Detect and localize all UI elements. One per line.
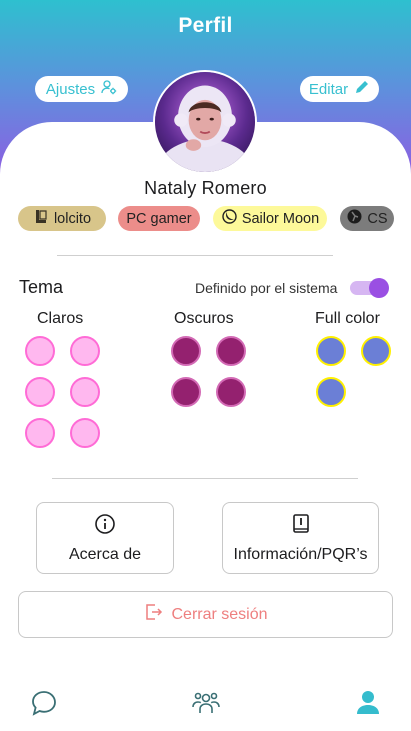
avatar-photo <box>155 72 255 172</box>
logout-label: Cerrar sesión <box>171 605 268 623</box>
light-theme-swatch[interactable] <box>25 418 55 448</box>
light-theme-swatch[interactable] <box>25 336 55 366</box>
settings-label: Ajustes <box>45 80 96 98</box>
divider <box>52 478 358 479</box>
user-name: Nataly Romero <box>144 178 267 198</box>
settings-button[interactable]: Ajustes <box>35 76 128 102</box>
page-title: Perfil <box>178 14 233 37</box>
info-pqr-label: Información/PQR’s <box>233 545 368 563</box>
tag-cs[interactable]: CS <box>340 206 394 231</box>
tag-label: lolcito <box>53 210 92 227</box>
tag-pc-gamer[interactable]: PC gamer <box>118 206 200 231</box>
crescent-moon-icon <box>221 208 238 229</box>
pencil-icon <box>354 79 370 99</box>
logout-icon <box>143 602 163 627</box>
light-theme-swatch[interactable] <box>70 418 100 448</box>
dark-theme-swatch[interactable] <box>216 377 246 407</box>
about-button[interactable]: Acerca de <box>36 502 174 574</box>
full-color-themes-label: Full color <box>315 310 380 327</box>
theme-title: Tema <box>19 277 64 297</box>
dark-themes-label: Oscuros <box>174 310 234 327</box>
tag-label: PC gamer <box>126 210 192 227</box>
book-icon <box>290 513 312 540</box>
dark-theme-swatch[interactable] <box>216 336 246 366</box>
edit-label: Editar <box>308 80 349 98</box>
league-logo-icon <box>33 208 50 229</box>
counter-strike-icon <box>346 208 363 229</box>
dark-theme-swatch[interactable] <box>171 336 201 366</box>
full-color-theme-swatch[interactable] <box>316 336 346 366</box>
light-theme-swatch[interactable] <box>25 377 55 407</box>
divider <box>57 255 333 256</box>
system-theme-label: Definido por el sistema <box>195 280 338 296</box>
info-icon <box>94 513 116 540</box>
tag-sailor-moon[interactable]: Sailor Moon <box>213 206 327 231</box>
tag-lolcito[interactable]: lolcito <box>18 206 106 231</box>
tag-label: CS <box>367 210 388 227</box>
interest-tags: lolcito PC gamer Sailor Moon CS <box>18 206 398 232</box>
user-settings-icon <box>101 79 117 99</box>
light-theme-swatch[interactable] <box>70 336 100 366</box>
toggle-knob <box>369 278 389 298</box>
system-theme-toggle[interactable] <box>350 278 390 298</box>
full-color-theme-swatch[interactable] <box>316 377 346 407</box>
light-themes-label: Claros <box>37 310 84 327</box>
full-color-theme-swatch[interactable] <box>361 336 391 366</box>
avatar[interactable] <box>153 70 257 174</box>
profile-icon[interactable] <box>353 688 383 718</box>
edit-button[interactable]: Editar <box>300 76 379 102</box>
dark-theme-swatch[interactable] <box>171 377 201 407</box>
chat-icon[interactable] <box>29 688 59 718</box>
tag-label: Sailor Moon <box>241 210 320 227</box>
groups-icon[interactable] <box>191 688 221 718</box>
info-pqr-button[interactable]: Información/PQR’s <box>222 502 379 574</box>
light-theme-swatch[interactable] <box>70 377 100 407</box>
logout-button[interactable]: Cerrar sesión <box>18 591 393 638</box>
about-label: Acerca de <box>68 545 142 563</box>
